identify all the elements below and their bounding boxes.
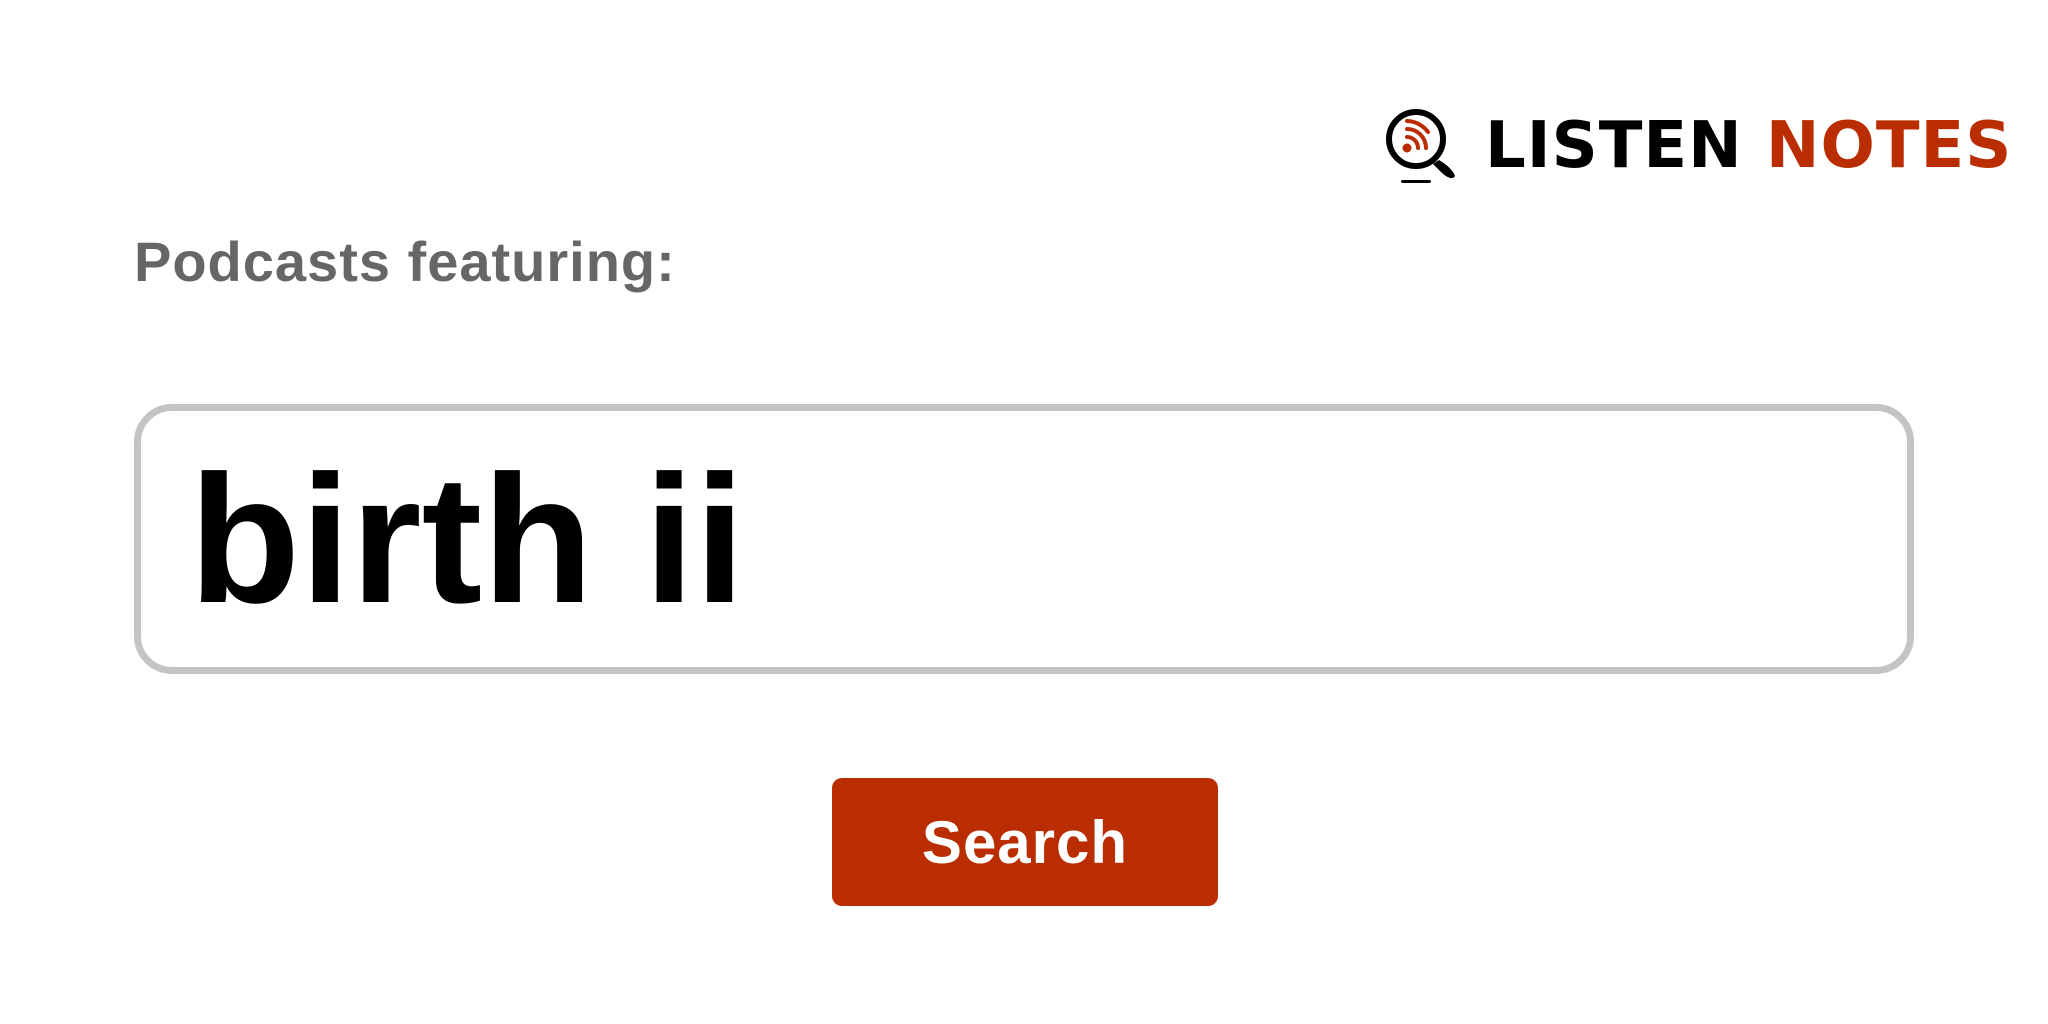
search-input[interactable] — [189, 434, 1859, 644]
logo-word-listen: LISTEN — [1485, 109, 1743, 183]
listen-notes-logo[interactable]: LISTEN NOTES — [1383, 106, 2012, 186]
podcast-search-icon — [1386, 109, 1455, 183]
logo-wordmark: LISTEN NOTES — [1485, 114, 2012, 178]
logo-word-notes: NOTES — [1765, 109, 2013, 183]
search-button[interactable]: Search — [832, 778, 1218, 906]
search-box[interactable] — [134, 404, 1914, 674]
page-heading: Podcasts featuring: — [134, 230, 676, 293]
